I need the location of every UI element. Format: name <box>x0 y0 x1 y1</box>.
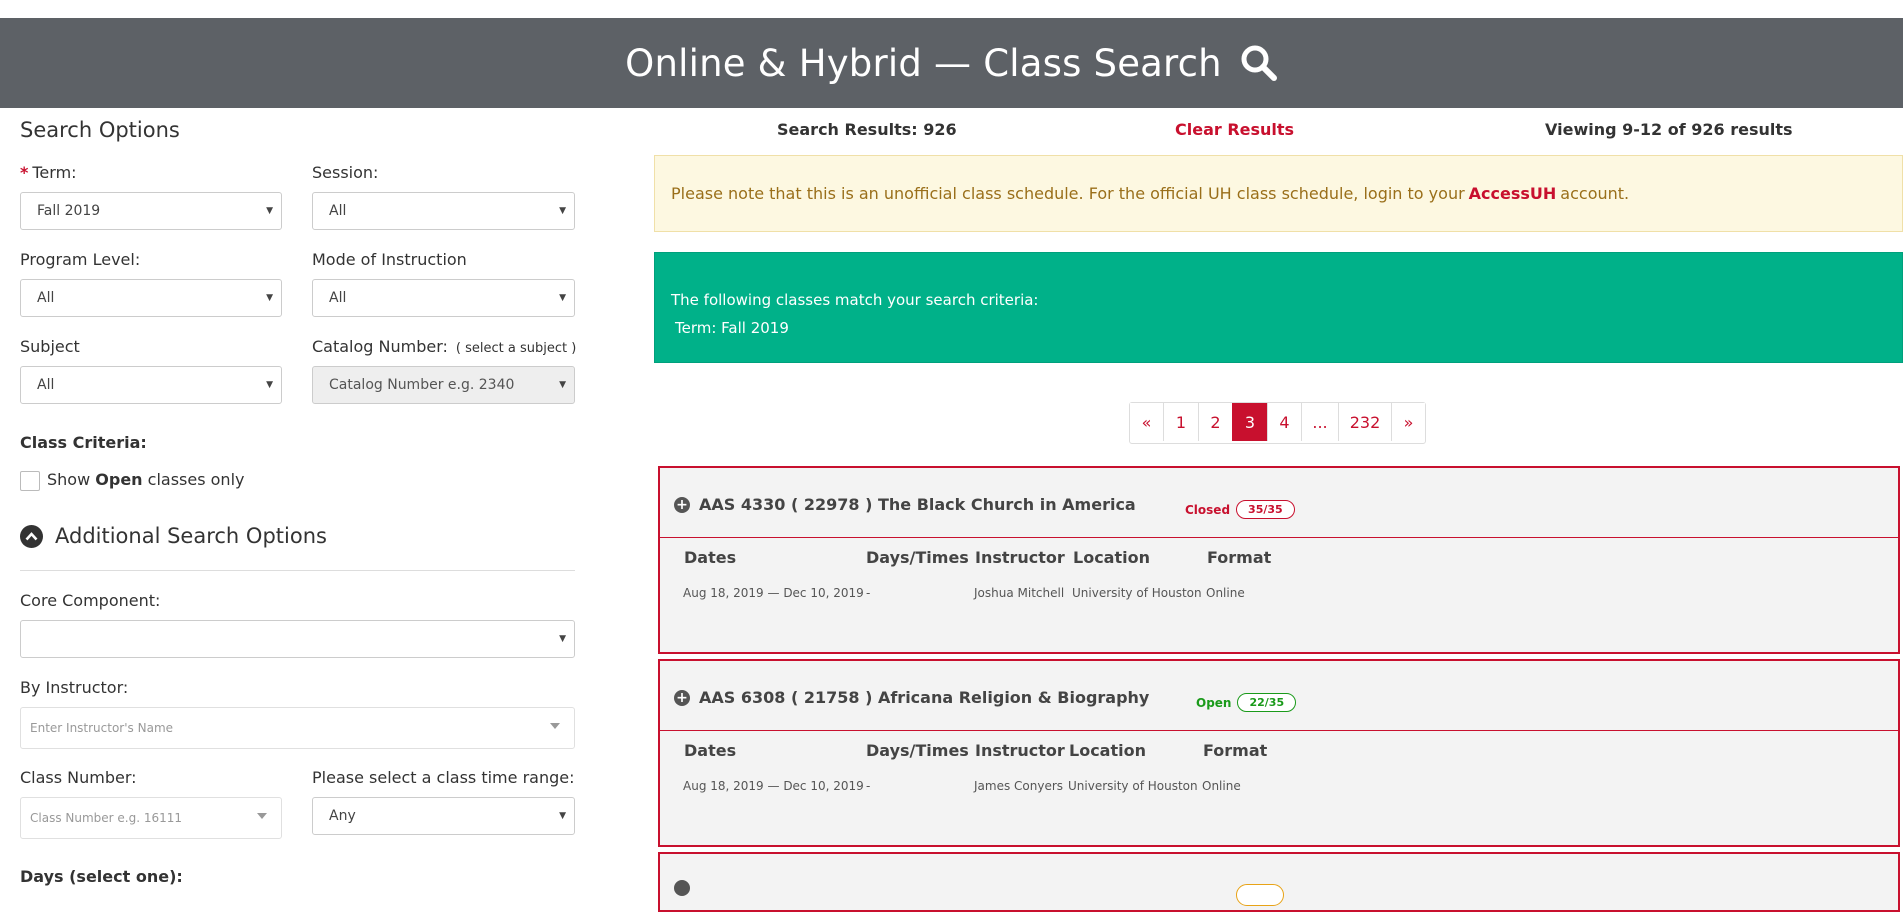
open-classes-checkbox[interactable] <box>20 471 40 491</box>
chevron-down-icon <box>550 723 560 729</box>
instructor-input[interactable]: Enter Instructor's Name <box>20 707 575 749</box>
class-card[interactable]: + AAS 6308 ( 21758 ) Africana Religion & … <box>658 659 1900 847</box>
page-next[interactable]: » <box>1391 403 1425 441</box>
mode-of-instruction-select[interactable]: All ▼ <box>312 279 575 317</box>
subject-label: Subject <box>20 337 80 356</box>
col-format: Format <box>1203 741 1268 760</box>
subject-select[interactable]: All ▼ <box>20 366 282 404</box>
page-4[interactable]: 4 <box>1267 403 1301 441</box>
status-badge: Open 22/35 <box>1196 693 1297 712</box>
required-mark: * <box>20 163 29 182</box>
class-number-label: Class Number: <box>20 768 137 787</box>
expand-plus-icon[interactable] <box>674 880 690 896</box>
program-level-label: Program Level: <box>20 250 141 269</box>
program-level-select[interactable]: All ▼ <box>20 279 282 317</box>
dropdown-caret-icon: ▼ <box>559 634 566 644</box>
cell-days-times: - <box>866 779 871 793</box>
time-range-select[interactable]: Any ▼ <box>312 797 575 835</box>
page-prev[interactable]: « <box>1130 403 1163 441</box>
cell-dates: Aug 18, 2019 — Dec 10, 2019 <box>683 586 864 600</box>
by-instructor-label: By Instructor: <box>20 678 129 697</box>
dropdown-caret-icon: ▼ <box>559 380 566 390</box>
cell-instructor: James Conyers <box>974 779 1064 793</box>
session-select[interactable]: All ▼ <box>312 192 575 230</box>
class-number-input[interactable]: Class Number e.g. 16111 <box>20 797 282 839</box>
page-2[interactable]: 2 <box>1198 403 1232 441</box>
dropdown-caret-icon: ▼ <box>266 293 273 303</box>
session-label: Session: <box>312 163 379 182</box>
col-dates: Dates <box>684 741 737 760</box>
page-3-current[interactable]: 3 <box>1232 403 1267 441</box>
seats-badge: 22/35 <box>1237 693 1297 712</box>
chevron-up-icon <box>20 524 43 548</box>
page-title: Online & Hybrid — Class Search <box>625 41 1222 85</box>
chevron-down-icon <box>257 813 267 819</box>
mode-of-instruction-label: Mode of Instruction <box>312 250 467 269</box>
catalog-number-label: Catalog Number:( select a subject ) <box>312 337 577 356</box>
expand-plus-icon[interactable]: + <box>674 496 690 513</box>
cell-format: Online <box>1202 779 1241 793</box>
additional-options-toggle[interactable]: Additional Search Options <box>20 524 327 548</box>
seats-badge <box>1236 884 1284 906</box>
dropdown-caret-icon: ▼ <box>559 206 566 216</box>
class-card[interactable]: + AAS 4330 ( 22978 ) The Black Church in … <box>658 466 1900 654</box>
dropdown-caret-icon: ▼ <box>559 811 566 821</box>
search-criteria-box: The following classes match your search … <box>654 252 1903 363</box>
unofficial-schedule-notice: Please note that this is an unofficial c… <box>654 155 1903 232</box>
pagination: « 1 2 3 4 ... 232 » <box>1129 402 1426 444</box>
col-days-times: Days/Times <box>866 548 969 567</box>
top-strip <box>0 0 1903 18</box>
card-divider <box>660 730 1898 731</box>
core-component-select[interactable]: ▼ <box>20 620 575 658</box>
col-days-times: Days/Times <box>866 741 969 760</box>
section-divider <box>20 570 575 571</box>
class-title[interactable]: + AAS 4330 ( 22978 ) The Black Church in … <box>674 495 1136 514</box>
catalog-number-hint: ( select a subject ) <box>455 341 577 356</box>
search-options-heading: Search Options <box>20 118 180 142</box>
cell-location: University of Houston <box>1068 779 1198 793</box>
clear-results-link[interactable]: Clear Results <box>1175 120 1294 139</box>
criteria-term: Term: Fall 2019 <box>675 319 789 337</box>
page-header: Online & Hybrid — Class Search <box>0 18 1903 108</box>
class-criteria-heading: Class Criteria: <box>20 433 147 452</box>
criteria-intro: The following classes match your search … <box>671 291 1039 309</box>
dropdown-caret-icon: ▼ <box>559 293 566 303</box>
accessuh-link[interactable]: AccessUH <box>1469 184 1557 203</box>
core-component-label: Core Component: <box>20 591 161 610</box>
class-card[interactable] <box>658 852 1900 912</box>
open-classes-label[interactable]: Show Open classes only <box>47 470 244 489</box>
expand-plus-icon[interactable]: + <box>674 689 690 706</box>
term-label: * Term: <box>20 163 77 182</box>
page-ellipsis: ... <box>1301 403 1338 441</box>
status-badge: Closed 35/35 <box>1185 500 1295 519</box>
page-1[interactable]: 1 <box>1163 403 1198 441</box>
card-divider <box>660 537 1898 538</box>
col-format: Format <box>1207 548 1272 567</box>
dropdown-caret-icon: ▼ <box>266 206 273 216</box>
col-dates: Dates <box>684 548 737 567</box>
results-count: Search Results: 926 <box>777 120 957 139</box>
seats-badge: 35/35 <box>1236 500 1295 519</box>
dropdown-caret-icon: ▼ <box>266 380 273 390</box>
col-instructor: Instructor <box>975 741 1065 760</box>
col-location: Location <box>1069 741 1146 760</box>
term-select[interactable]: Fall 2019 ▼ <box>20 192 282 230</box>
cell-location: University of Houston <box>1072 586 1202 600</box>
viewing-range: Viewing 9-12 of 926 results <box>1545 120 1793 139</box>
col-location: Location <box>1073 548 1150 567</box>
days-heading: Days (select one): <box>20 867 183 886</box>
page-232[interactable]: 232 <box>1338 403 1391 441</box>
search-icon[interactable] <box>1240 44 1278 82</box>
time-range-label: Please select a class time range: <box>312 768 575 787</box>
cell-days-times: - <box>866 586 871 600</box>
cell-dates: Aug 18, 2019 — Dec 10, 2019 <box>683 779 864 793</box>
col-instructor: Instructor <box>975 548 1065 567</box>
catalog-number-select[interactable]: Catalog Number e.g. 2340 ▼ <box>312 366 575 404</box>
cell-instructor: Joshua Mitchell <box>974 586 1065 600</box>
cell-format: Online <box>1206 586 1245 600</box>
class-title[interactable]: + AAS 6308 ( 21758 ) Africana Religion & … <box>674 688 1149 707</box>
